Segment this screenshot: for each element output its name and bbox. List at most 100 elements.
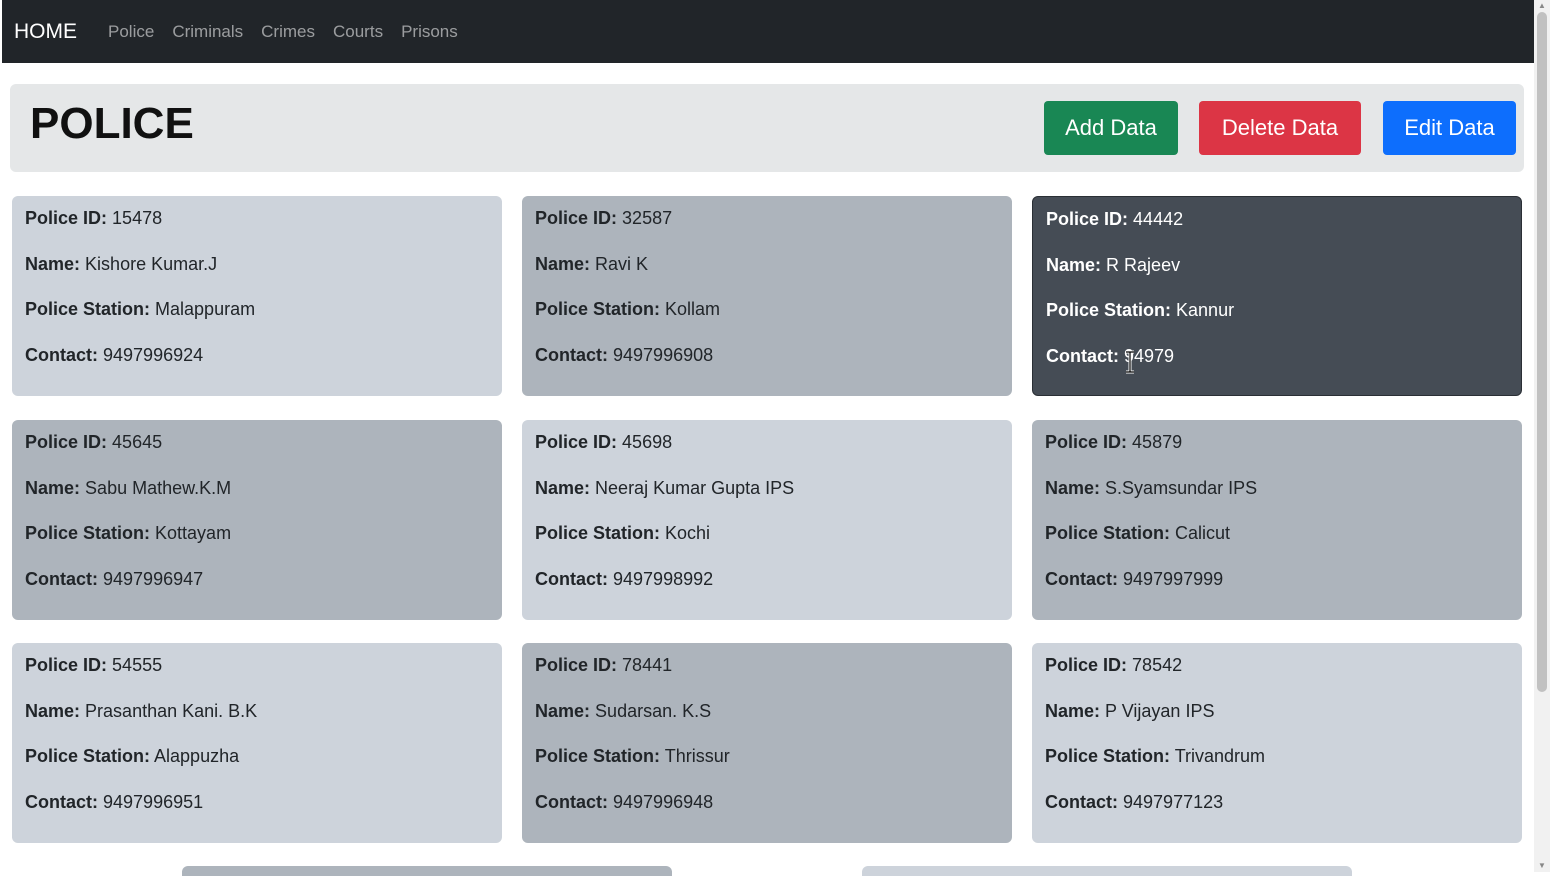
name-value: Ravi K [595,253,649,274]
name-label: Name: [535,253,591,274]
police-card-hovered[interactable]: Police ID: 44442 Name: R Rajeev Police S… [1032,196,1522,396]
name-value: Prasanthan Kani. B.K [85,700,258,721]
contact-value: 9497998992 [613,568,714,589]
name-row: Name: R Rajeev [1046,253,1508,277]
police-id-label: Police ID: [535,208,618,228]
scroll-down-arrow-icon[interactable]: ▼ [1537,861,1547,871]
contact-value: 9497996924 [103,344,204,365]
police-id-label: Police ID: [25,655,108,675]
station-value: Alappuzha [154,746,240,766]
police-card[interactable]: Police ID: 78441 Name: Sudarsan. K.S Pol… [522,643,1012,843]
contact-value: 9497997999 [1123,568,1224,589]
nav-brand-home[interactable]: HOME [14,0,77,63]
contact-value: 9497996947 [103,568,204,589]
police-id-row: Police ID: 45698 [535,430,999,454]
police-id-value: 54555 [112,655,163,675]
nav-link-prisons[interactable]: Prisons [401,0,458,63]
station-row: Police Station: Trivandrum [1045,744,1509,768]
nav-link-police[interactable]: Police [108,0,154,63]
police-id-label: Police ID: [535,655,618,675]
scrollbar-thumb[interactable] [1537,12,1547,692]
police-id-label: Police ID: [25,432,108,452]
name-value: P Vijayan IPS [1105,700,1215,721]
nav-link-courts[interactable]: Courts [333,0,383,63]
name-row: Name: Ravi K [535,252,999,276]
delete-data-button[interactable]: Delete Data [1199,101,1361,155]
station-row: Police Station: Kannur [1046,298,1508,322]
contact-label: Contact: [1045,791,1118,812]
name-value: S.Syamsundar IPS [1105,477,1258,498]
name-row: Name: Neeraj Kumar Gupta IPS [535,476,999,500]
police-card[interactable]: Police ID: 45698 Name: Neeraj Kumar Gupt… [522,420,1012,620]
station-label: Police Station: [535,523,661,543]
station-label: Police Station: [1045,523,1171,543]
contact-row: Contact: 9497996947 [25,567,489,591]
police-card[interactable]: Police ID: 78542 Name: P Vijayan IPS Pol… [1032,643,1522,843]
name-label: Name: [535,477,591,498]
contact-row: Contact: 9497996908 [535,343,999,367]
police-id-value: 45645 [112,432,163,452]
station-row: Police Station: Kochi [535,521,999,545]
contact-row: Contact: 9497996924 [25,343,489,367]
police-id-row: Police ID: 54555 [25,653,489,677]
police-card-partial[interactable] [862,866,1352,876]
contact-label: Contact: [535,791,608,812]
police-id-row: Police ID: 78542 [1045,653,1509,677]
police-id-value: 45698 [622,432,673,452]
contact-label: Contact: [535,568,608,589]
name-value: Sabu Mathew.K.M [85,477,232,498]
contact-value: 9497996908 [613,344,714,365]
police-id-label: Police ID: [1045,655,1128,675]
police-id-row: Police ID: 78441 [535,653,999,677]
page-header: POLICE Add Data Delete Data Edit Data [10,84,1524,172]
name-label: Name: [1045,477,1101,498]
name-value: Neeraj Kumar Gupta IPS [595,477,795,498]
contact-row: Contact: 9497996951 [25,790,489,814]
station-value: Kottayam [155,523,232,543]
police-id-row: Police ID: 45879 [1045,430,1509,454]
station-label: Police Station: [535,299,661,319]
police-card[interactable]: Police ID: 45645 Name: Sabu Mathew.K.M P… [12,420,502,620]
page-title: POLICE [30,99,194,148]
name-row: Name: Sabu Mathew.K.M [25,476,489,500]
contact-label: Contact: [25,568,98,589]
nav-link-crimes[interactable]: Crimes [261,0,315,63]
contact-label: Contact: [1045,568,1118,589]
station-label: Police Station: [1046,300,1172,320]
name-value: R Rajeev [1106,254,1181,275]
contact-label: Contact: [535,344,608,365]
police-card[interactable]: Police ID: 45879 Name: S.Syamsundar IPS … [1032,420,1522,620]
police-id-label: Police ID: [535,432,618,452]
name-value: Sudarsan. K.S [595,700,712,721]
scroll-up-arrow-icon[interactable]: ▲ [1537,1,1547,11]
station-label: Police Station: [25,523,151,543]
name-label: Name: [25,253,81,274]
name-label: Name: [25,477,81,498]
station-row: Police Station: Thrissur [535,744,999,768]
contact-value: 9497977123 [1123,791,1224,812]
nav-link-criminals[interactable]: Criminals [172,0,243,63]
name-value: Kishore Kumar.J [85,253,218,274]
contact-value: 9497996951 [103,791,204,812]
police-card[interactable]: Police ID: 15478 Name: Kishore Kumar.J P… [12,196,502,396]
station-value: Trivandrum [1174,746,1266,766]
police-id-value: 32587 [622,208,673,228]
contact-value: 9497996948 [613,791,714,812]
station-value: Malappuram [155,299,256,319]
edit-data-button[interactable]: Edit Data [1383,101,1516,155]
police-card[interactable]: Police ID: 32587 Name: Ravi K Police Sta… [522,196,1012,396]
police-id-row: Police ID: 15478 [25,206,489,230]
police-card[interactable]: Police ID: 54555 Name: Prasanthan Kani. … [12,643,502,843]
station-label: Police Station: [25,746,151,766]
police-card-partial[interactable] [182,866,672,876]
name-row: Name: Kishore Kumar.J [25,252,489,276]
police-id-value: 15478 [112,208,163,228]
contact-label: Contact: [1046,345,1119,366]
vertical-scrollbar[interactable]: ▲ ▼ [1534,0,1550,872]
contact-row: Contact: 9497997999 [1045,567,1509,591]
name-row: Name: Prasanthan Kani. B.K [25,699,489,723]
police-id-label: Police ID: [1045,432,1128,452]
add-data-button[interactable]: Add Data [1044,101,1178,155]
nav-links: Police Criminals Crimes Courts Prisons [108,0,476,63]
name-row: Name: S.Syamsundar IPS [1045,476,1509,500]
